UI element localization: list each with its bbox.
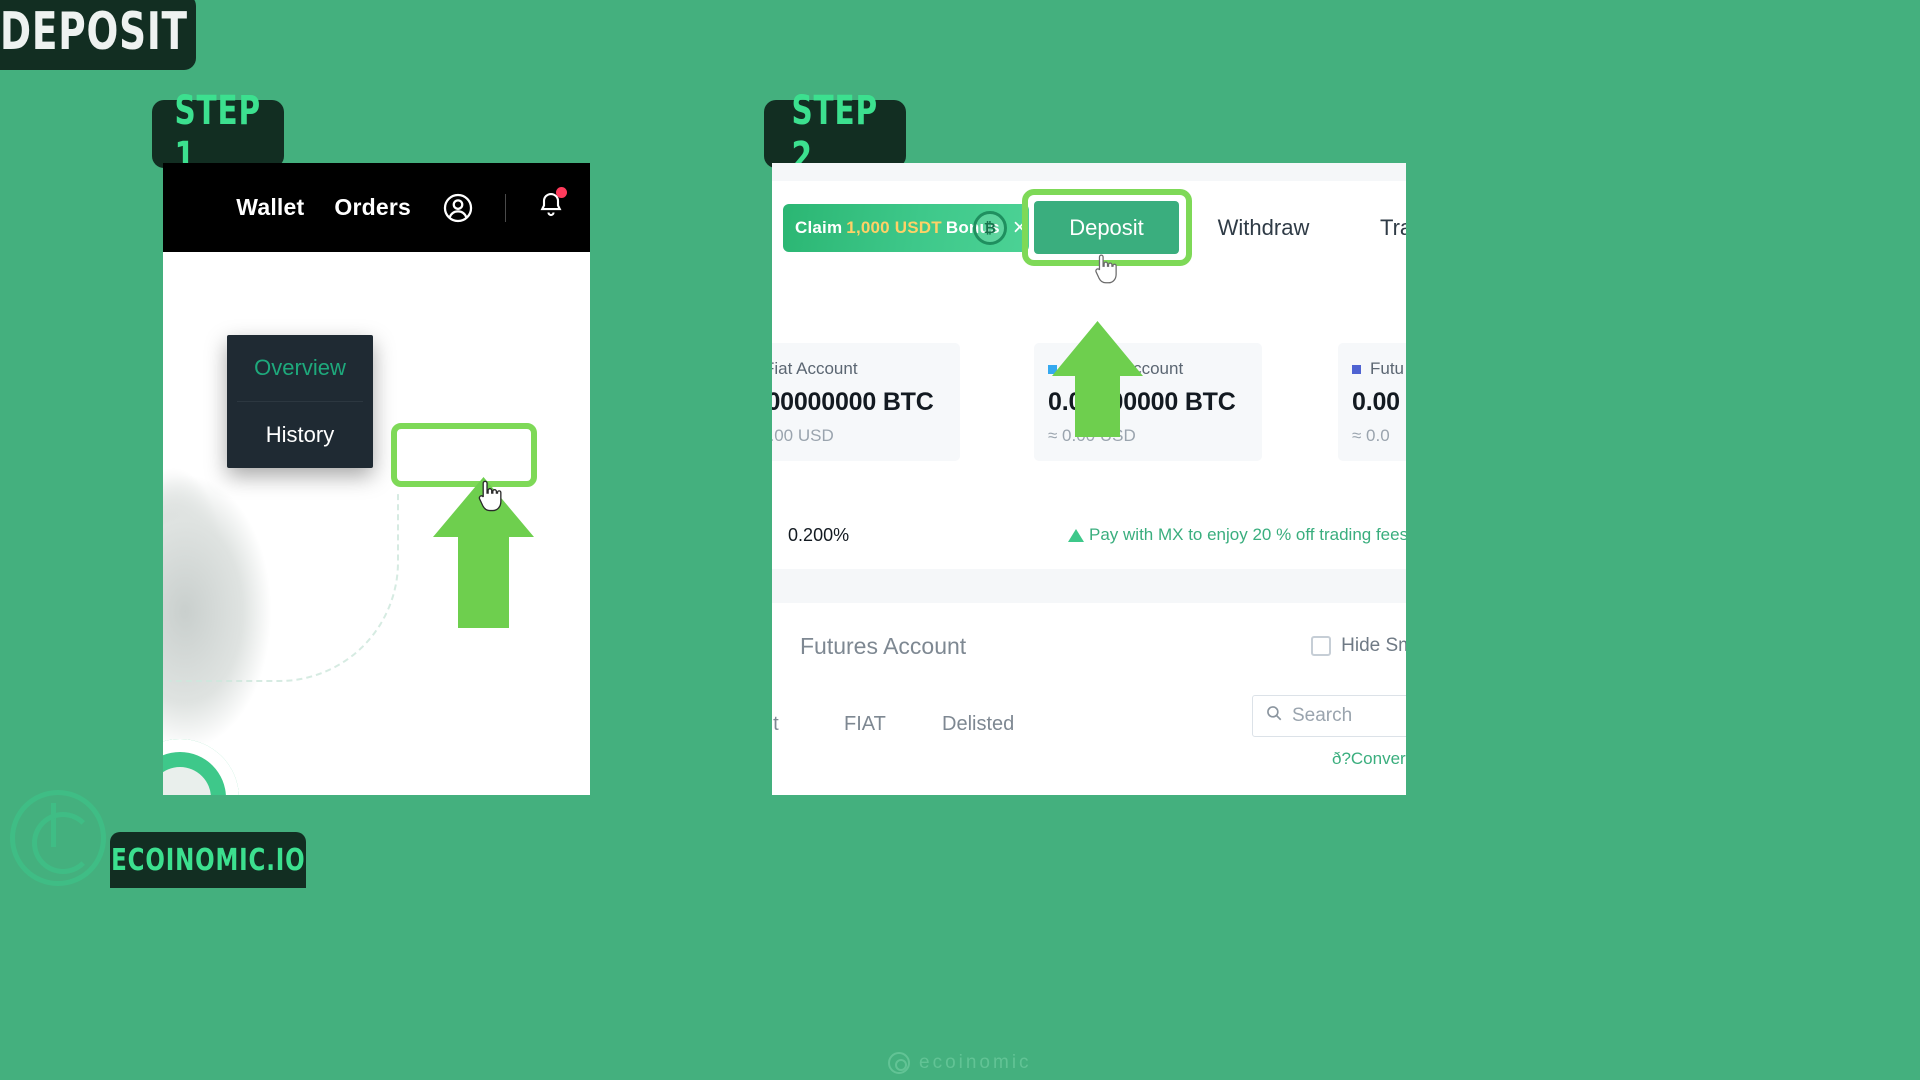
account-balance-usd: ≈ 0.0 xyxy=(1352,426,1390,445)
mouse-cursor-pointer-icon xyxy=(1090,253,1118,287)
fee-row: Fee: 0.200% Pay with MX to enjoy 20 % of… xyxy=(772,509,1406,561)
section-divider-band xyxy=(772,569,1406,603)
topbar-divider xyxy=(505,193,506,222)
mx-logo-icon xyxy=(1068,528,1084,542)
coin-glyph: ₿ xyxy=(983,219,997,237)
wallet-action-tabs-row: Claim 1,000 USDT Bonus ₿ × Deposit Withd… xyxy=(772,181,1406,437)
fee-info: Fee: 0.200% xyxy=(772,525,849,546)
tab-withdraw[interactable]: Withdraw xyxy=(1191,201,1336,254)
hide-small-balances-label: Hide Sm xyxy=(1341,635,1406,656)
step-1-badge: STEP 1 xyxy=(152,88,284,180)
tab-deposit[interactable]: Deposit xyxy=(1034,201,1179,254)
menu-item-history[interactable]: History xyxy=(227,402,373,468)
futures-account-section-header: Futures Account Hide Sm xyxy=(772,603,1406,689)
mx-promo-link[interactable]: Pay with MX to enjoy 20 % off trading fe… xyxy=(1068,525,1406,545)
wallet-dropdown-menu: Overview History xyxy=(227,335,373,468)
top-stripe xyxy=(772,163,1406,181)
tab-transfer[interactable]: Transfer xyxy=(1348,201,1406,254)
ecoinomic-logo-icon xyxy=(10,790,106,886)
step-2-pointer-arrow-icon xyxy=(1050,319,1145,439)
watermark: ecoinomic xyxy=(888,1052,1032,1074)
futures-account-title: Futures Account xyxy=(800,632,967,659)
account-color-dot-icon xyxy=(1352,364,1361,374)
account-card-header: Futu xyxy=(1338,359,1406,379)
brand-badge: ECOINOMIC.IO xyxy=(110,832,306,888)
watermark-logo-icon xyxy=(888,1052,910,1074)
account-balance-btc: 0.00 xyxy=(1352,388,1400,416)
fee-value: 0.200% xyxy=(788,524,850,545)
filter-tab-delisted[interactable]: Delisted xyxy=(942,713,1014,736)
site-topbar: Wallet Orders xyxy=(163,163,590,252)
account-card-futures[interactable]: Futu 0.00 ≈ 0.0 xyxy=(1338,343,1406,461)
filter-tab-fiat[interactable]: FIAT xyxy=(844,713,886,736)
account-balance-btc: 0.00000000 BTC xyxy=(772,388,934,416)
asset-filters-row: nt FIAT Delisted Search ð?Conver xyxy=(772,689,1406,795)
account-icon[interactable] xyxy=(441,191,475,225)
notification-bell-icon[interactable] xyxy=(536,187,567,226)
filter-tab-account[interactable]: nt xyxy=(772,713,779,736)
step-2-badge: STEP 2 xyxy=(764,88,906,180)
checkbox-icon[interactable] xyxy=(1311,636,1332,656)
claim-amount-label: 1,000 USDT xyxy=(846,218,942,237)
nav-item-wallet[interactable]: Wallet xyxy=(236,194,304,221)
hide-small-balances-toggle[interactable]: Hide Sm xyxy=(1311,635,1406,657)
account-balance-usd: ≈ 0.00 USD xyxy=(772,426,834,445)
usdt-coin-icon: ₿ xyxy=(973,211,1007,245)
brand-label: ECOINOMIC.IO xyxy=(110,842,306,878)
notification-badge-dot xyxy=(556,187,567,198)
tab-transfer-label: Transfer xyxy=(1379,214,1406,240)
search-input[interactable]: Search xyxy=(1252,695,1406,737)
step-1-screenshot: Wallet Orders Overview History xyxy=(163,163,590,795)
mx-promo-label: Pay with MX to enjoy 20 % off trading fe… xyxy=(1089,525,1406,544)
menu-item-history-label: History xyxy=(265,422,335,447)
page-title: DEPOSIT xyxy=(0,2,188,62)
mouse-cursor-pointer-icon xyxy=(473,479,503,515)
account-name: Futu xyxy=(1370,359,1405,378)
claim-bonus-banner[interactable]: Claim 1,000 USDT Bonus ₿ × xyxy=(783,204,1029,252)
search-icon xyxy=(1265,704,1283,728)
convert-link[interactable]: ð?Conver xyxy=(1332,749,1406,769)
tab-withdraw-label: Withdraw xyxy=(1217,214,1310,240)
account-card-header: Fiat Account xyxy=(772,359,960,379)
account-card-fiat[interactable]: Fiat Account 0.00000000 BTC ≈ 0.00 USD xyxy=(772,343,960,461)
tab-deposit-label: Deposit xyxy=(1069,214,1144,240)
nav-item-orders[interactable]: Orders xyxy=(334,194,411,221)
menu-item-overview-label: Overview xyxy=(254,355,346,380)
menu-item-overview[interactable]: Overview xyxy=(227,335,373,401)
search-placeholder: Search xyxy=(1292,705,1353,726)
watermark-label: ecoinomic xyxy=(919,1052,1032,1073)
claim-prefix-label: Claim xyxy=(795,218,843,237)
page-title-badge: DEPOSIT xyxy=(0,0,196,70)
step-2-screenshot: Claim 1,000 USDT Bonus ₿ × Deposit Withd… xyxy=(772,163,1406,795)
close-icon[interactable]: × xyxy=(1013,214,1027,242)
account-name: Fiat Account xyxy=(772,359,858,378)
